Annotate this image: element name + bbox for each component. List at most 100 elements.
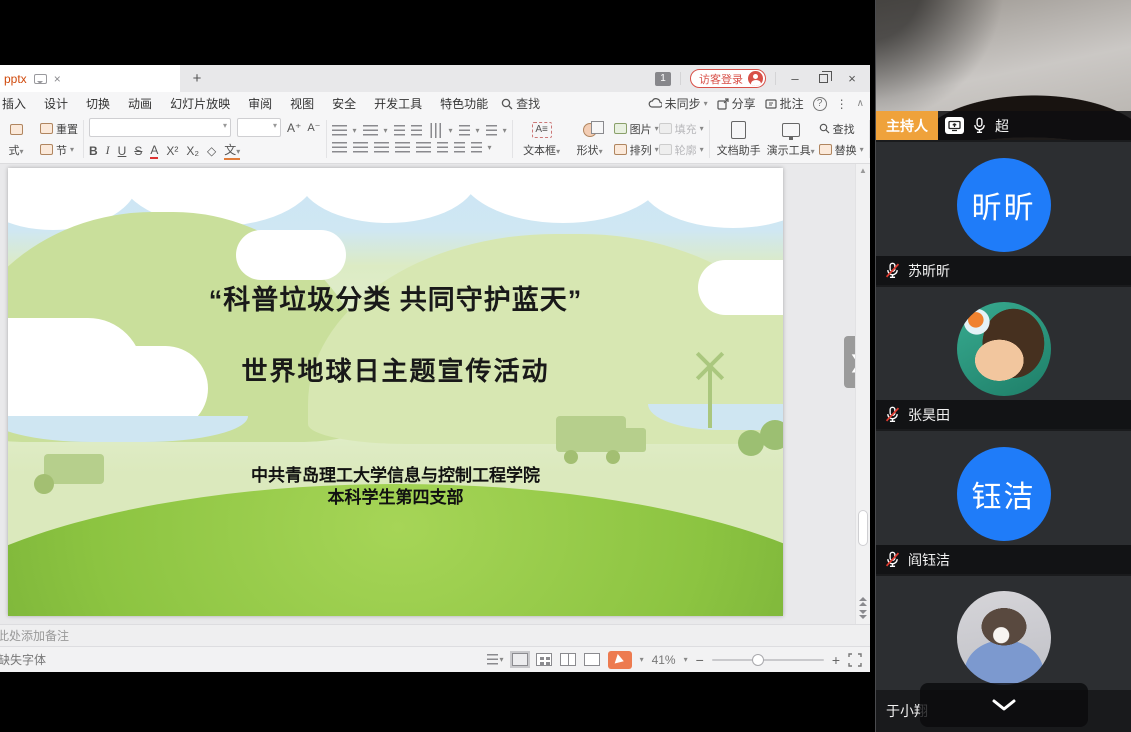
replace-button[interactable]: 替换▾ <box>819 142 864 158</box>
clear-format-button[interactable]: ◇ <box>207 144 216 158</box>
close-button[interactable]: × <box>842 71 862 86</box>
list-settings-icon[interactable] <box>471 142 482 153</box>
tab-close-icon[interactable]: × <box>54 73 61 85</box>
increase-indent-icon[interactable] <box>411 125 422 136</box>
slideshow-view-button[interactable] <box>584 653 600 666</box>
next-slide-icon[interactable] <box>859 615 867 619</box>
shape-button[interactable]: 形状▾ <box>566 121 614 158</box>
fit-to-window-icon[interactable] <box>848 653 862 667</box>
next-slide-icon[interactable] <box>859 610 867 614</box>
sync-status-button[interactable]: 未同步 ▾ <box>648 95 708 112</box>
collapse-panel-button[interactable] <box>920 683 1088 727</box>
bullets-icon[interactable] <box>332 125 347 136</box>
comment-button[interactable]: 批注 <box>765 95 804 112</box>
textbox-button[interactable]: A≡ 文本框▾ <box>518 121 566 158</box>
grow-font-button[interactable]: A⁺ <box>287 121 301 135</box>
font-name-select[interactable] <box>89 118 231 137</box>
superscript-button[interactable]: X² <box>166 144 178 158</box>
scrollbar-thumb[interactable] <box>858 510 868 546</box>
line-spacing-icon[interactable] <box>437 142 448 153</box>
participant-tile[interactable]: 张昊田 <box>876 287 1131 431</box>
text-direction-icon[interactable] <box>430 123 441 138</box>
new-tab-button[interactable]: + <box>180 70 214 87</box>
font-size-select[interactable] <box>237 118 281 137</box>
reset-button[interactable]: 重置 <box>40 121 78 137</box>
scroll-up-icon[interactable]: ▲ <box>856 166 870 175</box>
menu-design[interactable]: 设计 <box>35 95 77 112</box>
menu-insert[interactable]: 插入 <box>0 95 35 112</box>
find-button[interactable]: 查找 <box>819 121 864 137</box>
menu-devtools[interactable]: 开发工具 <box>365 95 431 112</box>
shrink-font-button[interactable]: A⁻ <box>307 121 320 134</box>
vertical-scrollbar[interactable]: ▲ <box>855 164 870 624</box>
missing-font-status[interactable]: 缺失字体 <box>0 651 46 668</box>
minimize-button[interactable]: – <box>785 71 805 86</box>
align-left-icon[interactable] <box>332 142 347 153</box>
align-center-icon[interactable] <box>353 142 368 153</box>
normal-view-button[interactable] <box>512 653 528 666</box>
reading-view-button[interactable] <box>560 653 576 666</box>
menu-transition[interactable]: 切换 <box>77 95 119 112</box>
collapse-ribbon-icon[interactable]: ∧ <box>857 98 864 109</box>
menu-review[interactable]: 审阅 <box>239 95 281 112</box>
play-options-icon[interactable]: ▾ <box>640 655 644 664</box>
slide-canvas[interactable]: “科普垃圾分类 共同守护蓝天” 世界地球日主题宣传活动 中共青岛理工大学信息与控… <box>0 164 870 624</box>
section-button[interactable]: 节▾ <box>40 142 78 158</box>
decrease-indent-icon[interactable] <box>394 125 405 136</box>
help-icon[interactable]: ? <box>813 97 827 111</box>
menu-features[interactable]: 特色功能 <box>431 95 497 112</box>
participant-tile[interactable]: 于小翔 <box>876 576 1131 732</box>
notes-bar[interactable]: 此处添加备注 <box>0 624 870 646</box>
phonetic-icon[interactable] <box>486 125 497 136</box>
comment-bubble-icon[interactable] <box>34 74 47 84</box>
strike-button[interactable]: S <box>134 144 142 158</box>
menu-animation[interactable]: 动画 <box>119 95 161 112</box>
zoom-options-icon[interactable]: ▾ <box>684 655 688 664</box>
align-right-icon[interactable] <box>374 142 389 153</box>
previous-slide-icon[interactable] <box>859 602 867 606</box>
document-tab[interactable]: pptx × <box>0 65 180 92</box>
menu-slideshow[interactable]: 幻灯片放映 <box>161 95 239 112</box>
slide-title-line1[interactable]: “科普垃圾分类 共同守护蓝天” <box>8 278 783 317</box>
notification-badge[interactable]: 1 <box>655 72 671 86</box>
text-tool-button[interactable]: 文▾ <box>224 141 240 160</box>
menu-view[interactable]: 视图 <box>281 95 323 112</box>
zoom-slider-knob[interactable] <box>752 654 764 666</box>
previous-slide-icon[interactable] <box>859 597 867 601</box>
zoom-level[interactable]: 41% <box>652 653 676 667</box>
italic-button[interactable]: I <box>106 143 110 158</box>
underline-button[interactable]: U <box>118 144 127 158</box>
bold-button[interactable]: B <box>89 144 98 158</box>
font-color-button[interactable]: A <box>150 143 158 159</box>
slide-title-line2[interactable]: 世界地球日主题宣传活动 <box>8 351 783 388</box>
paragraph-spacing-icon[interactable] <box>454 142 465 153</box>
participant-tile[interactable]: 钰洁 阎钰洁 <box>876 431 1131 576</box>
slide-nav-buttons[interactable] <box>856 596 870 620</box>
arrange-button[interactable]: 排列▾ <box>614 142 659 158</box>
restore-button[interactable] <box>819 74 828 83</box>
notes-toggle-button[interactable]: ▾ <box>487 654 504 665</box>
zoom-out-button[interactable]: − <box>696 652 704 668</box>
participant-tile-host[interactable]: 主持人 超 <box>876 0 1131 142</box>
slide[interactable]: “科普垃圾分类 共同守护蓝天” 世界地球日主题宣传活动 中共青岛理工大学信息与控… <box>8 168 783 616</box>
share-button[interactable]: 分享 <box>717 95 756 112</box>
distribute-icon[interactable] <box>416 142 431 153</box>
present-tools-button[interactable]: 演示工具▾ <box>763 121 819 158</box>
menu-security[interactable]: 安全 <box>323 95 365 112</box>
numbering-icon[interactable] <box>363 125 378 136</box>
layout-button[interactable]: 式▾ <box>0 121 40 158</box>
more-menu-icon[interactable]: ⋮ <box>836 97 848 111</box>
zoom-in-button[interactable]: + <box>832 652 840 668</box>
zoom-slider[interactable] <box>712 659 824 661</box>
picture-button[interactable]: 图片▾ <box>614 121 659 137</box>
slide-sorter-button[interactable] <box>536 653 552 666</box>
participant-tile[interactable]: 昕昕 苏昕昕 <box>876 142 1131 287</box>
ribbon-search[interactable]: 查找 <box>501 95 540 112</box>
subscript-button[interactable]: X₂ <box>186 144 199 158</box>
guest-login-button[interactable]: 访客登录 <box>690 69 766 88</box>
slide-org-text[interactable]: 中共青岛理工大学信息与控制工程学院 本科学生第四支部 <box>8 465 783 509</box>
doc-assistant-button[interactable]: 文档助手 <box>715 121 763 158</box>
play-slideshow-button[interactable] <box>608 651 632 669</box>
justify-icon[interactable] <box>395 142 410 153</box>
placeholder-icon[interactable] <box>459 125 470 136</box>
